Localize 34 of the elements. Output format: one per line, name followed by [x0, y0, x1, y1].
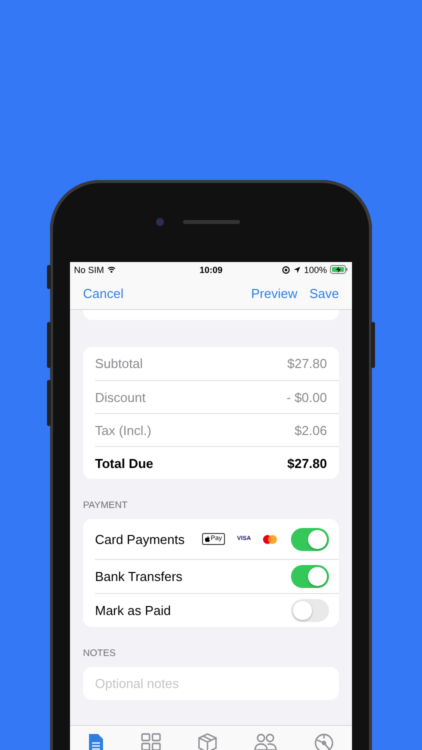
battery-percent: 100% — [304, 264, 327, 274]
total-value: $27.80 — [287, 456, 327, 470]
battery-icon — [330, 265, 348, 274]
preview-button[interactable]: Preview — [251, 286, 298, 300]
setting-label: Mark as Paid — [95, 603, 171, 618]
dial-icon — [314, 733, 334, 750]
cancel-button[interactable]: Cancel — [83, 286, 124, 300]
setting-label: Bank Transfers — [95, 569, 182, 584]
box-icon — [198, 733, 217, 750]
wifi-icon — [107, 266, 116, 273]
grid-icon — [141, 733, 162, 750]
lock-rotation-icon — [282, 266, 290, 274]
section-header: NOTES — [83, 647, 117, 661]
toggle-switch[interactable] — [291, 528, 329, 550]
setting-label: Card Payments — [95, 532, 185, 546]
notes-field[interactable]: Optional notes — [83, 667, 339, 700]
toggle-switch[interactable] — [291, 599, 329, 622]
total-value: $27.80 — [287, 356, 327, 371]
clock-time: 10:09 — [199, 264, 223, 274]
save-button[interactable]: Save — [309, 286, 339, 300]
carrier-label: No SIM — [74, 264, 104, 274]
total-label: Subtotal — [95, 356, 143, 371]
total-label: Tax (Incl.) — [95, 422, 152, 438]
toggle-switch[interactable] — [291, 565, 329, 588]
total-label: Total Due — [95, 456, 154, 470]
speaker-grille — [183, 220, 240, 224]
total-value: - $0.00 — [286, 390, 327, 404]
location-arrow-icon — [292, 266, 301, 274]
section-header: PAYMENT — [83, 499, 129, 513]
card-circles-icon — [263, 534, 277, 544]
people-icon — [254, 733, 277, 750]
camera-icon — [156, 218, 164, 226]
total-label: Discount — [95, 390, 146, 404]
total-value: $2.06 — [294, 422, 327, 438]
